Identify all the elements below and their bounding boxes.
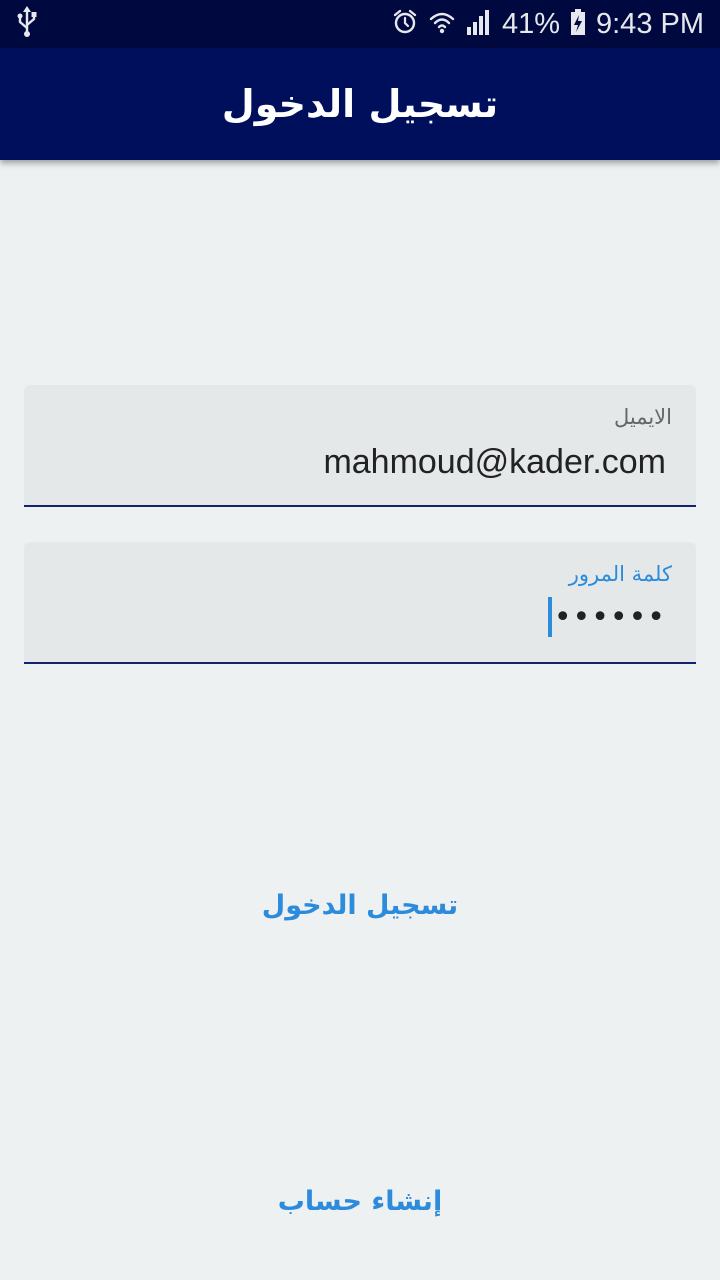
page-title: تسجيل الدخول	[221, 82, 499, 126]
email-field-value[interactable]: mahmoud@kader.com	[323, 443, 666, 482]
app-bar: تسجيل الدخول	[0, 48, 720, 160]
password-field-label: كلمة المرور	[568, 562, 672, 586]
status-time: 9:43 PM	[596, 7, 704, 40]
battery-charging-icon	[570, 8, 586, 40]
email-field[interactable]: الايميل mahmoud@kader.com	[24, 385, 696, 507]
email-field-label: الايميل	[613, 405, 672, 429]
text-cursor	[547, 597, 552, 637]
password-masked-value: ••••••	[553, 599, 666, 635]
create-account-button[interactable]: إنشاء حساب	[0, 1186, 720, 1217]
login-button[interactable]: تسجيل الدخول	[0, 890, 720, 921]
password-field[interactable]: كلمة المرور ••••••	[24, 542, 696, 664]
password-input[interactable]: ••••••	[547, 597, 666, 637]
wifi-icon	[428, 8, 456, 40]
signal-icon	[466, 8, 492, 40]
usb-icon	[16, 6, 38, 42]
battery-percentage: 41%	[501, 7, 560, 40]
alarm-icon	[392, 9, 418, 39]
status-bar: 41% 9:43 PM	[0, 0, 720, 48]
